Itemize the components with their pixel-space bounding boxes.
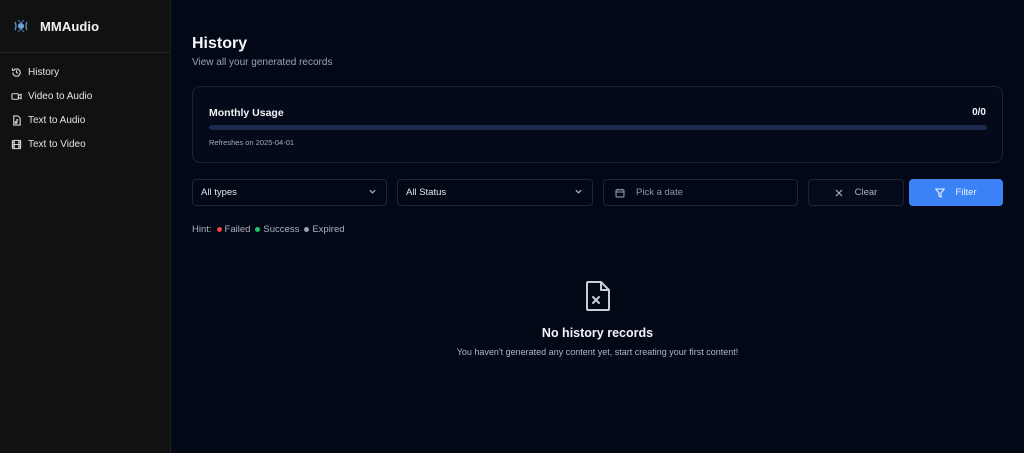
logo-icon (12, 17, 30, 35)
filter-icon (935, 187, 946, 198)
date-picker[interactable]: Pick a date (603, 179, 798, 206)
history-icon (11, 67, 22, 78)
hint-label: Hint: (192, 224, 212, 235)
type-select[interactable]: All types (192, 179, 387, 206)
clear-label: Clear (854, 187, 878, 198)
file-x-icon (192, 280, 1003, 312)
video-icon (11, 91, 22, 102)
type-select-value: All types (201, 187, 237, 198)
usage-title: Monthly Usage (209, 107, 284, 119)
main-content: History View all your generated records … (171, 0, 1024, 453)
status-select[interactable]: All Status (397, 179, 593, 206)
page-subtitle: View all your generated records (192, 57, 333, 68)
hint-success: Success (263, 224, 300, 235)
sidebar-item-label: Video to Audio (28, 90, 93, 102)
close-icon (835, 189, 843, 197)
sidebar-item-text-to-video[interactable]: Text to Video (0, 132, 170, 156)
empty-state: No history records You haven't generated… (192, 280, 1003, 357)
empty-description: You haven't generated any content yet, s… (456, 347, 739, 357)
status-select-value: All Status (406, 187, 447, 198)
usage-count: 0/0 (972, 107, 986, 118)
film-icon (11, 139, 22, 150)
success-dot-icon (255, 227, 261, 232)
sidebar-item-label: Text to Video (28, 138, 86, 150)
failed-dot-icon (216, 227, 222, 232)
usage-progress-bar (209, 125, 987, 130)
sidebar-item-label: Text to Audio (28, 114, 86, 126)
sidebar-item-video-to-audio[interactable]: Video to Audio (0, 84, 170, 108)
filter-button[interactable]: Filter (909, 179, 1003, 206)
expired-dot-icon (304, 227, 310, 232)
date-placeholder: Pick a date (636, 187, 683, 198)
sidebar-item-text-to-audio[interactable]: Text to Audio (0, 108, 170, 132)
calendar-icon (615, 188, 625, 198)
status-hint: Hint: Failed Success Expired (192, 224, 345, 235)
hint-failed: Failed (224, 224, 251, 235)
app-name: MMAudio (40, 18, 100, 34)
monthly-usage-card: Monthly Usage 0/0 Refreshes on 2025-04-0… (192, 86, 1003, 163)
hint-expired: Expired (312, 224, 345, 235)
filter-label: Filter (955, 187, 977, 198)
brand[interactable]: MMAudio (0, 0, 170, 53)
clear-button[interactable]: Clear (808, 179, 904, 206)
audio-file-icon (11, 114, 22, 126)
sidebar-item-history[interactable]: History (0, 60, 170, 84)
sidebar: MMAudio History Video to Audio Text to A… (0, 0, 171, 453)
sidebar-item-label: History (28, 66, 60, 78)
sidebar-nav: History Video to Audio Text to Audio Tex… (0, 53, 170, 156)
page-title: History (192, 35, 248, 52)
chevron-down-icon (368, 187, 377, 199)
empty-title: No history records (541, 326, 654, 340)
chevron-down-icon (574, 187, 583, 199)
usage-refresh-date: Refreshes on 2025-04-01 (209, 138, 295, 147)
